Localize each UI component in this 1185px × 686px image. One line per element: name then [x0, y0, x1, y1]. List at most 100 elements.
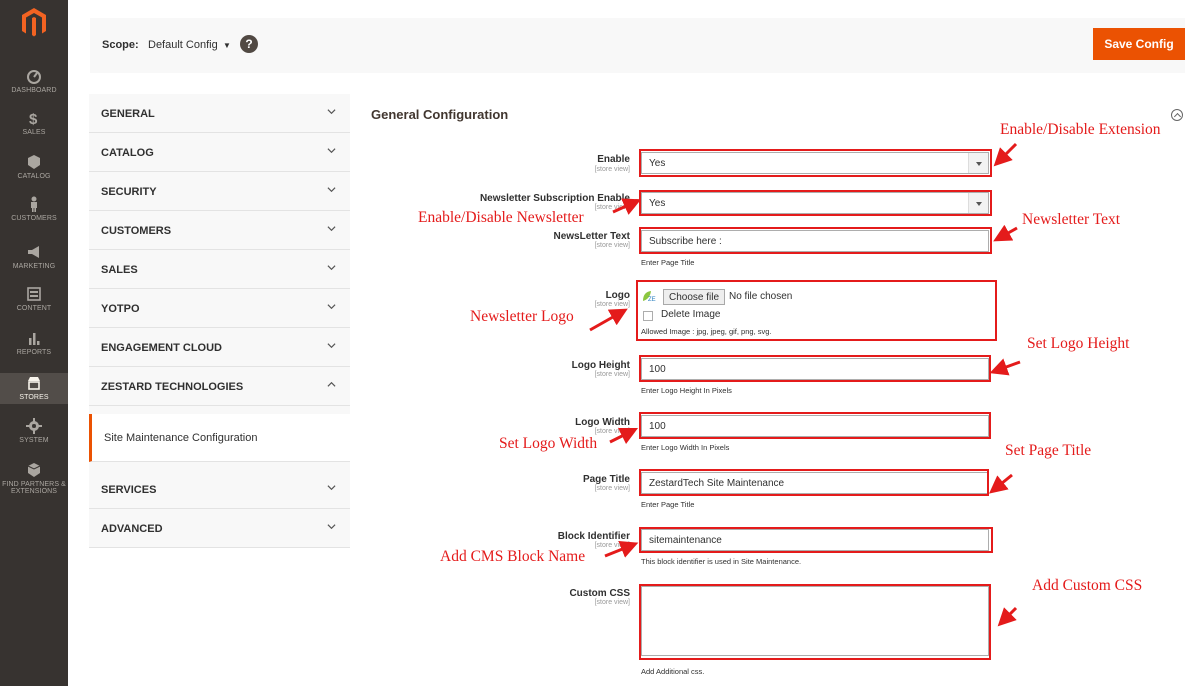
tab-zestard-technologies[interactable]: ZESTARD TECHNOLOGIES — [89, 367, 350, 406]
field-note: Enter Page Title — [641, 258, 695, 267]
annotation-box — [636, 280, 997, 341]
field-label-logo-height: Logo Height — [571, 360, 630, 371]
tab-label: SECURITY — [101, 186, 157, 198]
admin-sidebar: DASHBOARD $ SALES CATALOG CUSTOMERS MARKETING… — [0, 0, 68, 686]
arrow-enable-extension — [993, 142, 1018, 167]
sidebar-item-label: FIND PARTNERS & EXTENSIONS — [2, 481, 66, 495]
sidebar-item-label: STORES — [19, 394, 49, 401]
tab-security[interactable]: SECURITY — [89, 172, 350, 211]
sidebar-item-dashboard[interactable]: DASHBOARD — [0, 66, 68, 97]
tab-site-maintenance-configuration[interactable]: Site Maintenance Configuration — [89, 414, 350, 462]
sidebar-item-label: SYSTEM — [19, 437, 49, 444]
annotation-page-title: Set Page Title — [1005, 442, 1092, 459]
field-note: Add Additional css. — [641, 667, 705, 676]
sidebar-item-find-partners-extensions[interactable]: FIND PARTNERS & EXTENSIONS — [0, 460, 68, 498]
annotation-box — [639, 149, 992, 177]
sidebar-item-system[interactable]: SYSTEM — [0, 416, 68, 447]
field-label-newsletter-enable: Newsletter Subscription Enable — [479, 193, 630, 204]
dollar-icon: $ — [29, 111, 38, 126]
annotation-cms-block: Add CMS Block Name — [440, 548, 586, 565]
sidebar-item-label: CATALOG — [17, 173, 51, 180]
sidebar-item-marketing[interactable]: MARKETING — [0, 242, 68, 273]
tab-label: YOTPO — [101, 303, 140, 315]
tab-spacer — [89, 406, 350, 414]
chevron-down-icon — [327, 304, 336, 310]
annotation-box — [639, 527, 993, 553]
magento-logo-icon[interactable] — [22, 8, 46, 38]
sidebar-item-content[interactable]: CONTENT — [0, 284, 68, 315]
sidebar-item-label: DASHBOARD — [11, 87, 57, 94]
help-icon[interactable]: ? — [240, 35, 258, 53]
tab-services[interactable]: SERVICES — [89, 470, 350, 509]
annotation-newsletter-text: Newsletter Text — [1022, 211, 1121, 228]
scope-label: Scope: — [102, 39, 139, 51]
save-config-button[interactable]: Save Config — [1093, 28, 1185, 60]
field-label-logo-width: Logo Width — [575, 417, 630, 428]
sidebar-item-label: CUSTOMERS — [11, 215, 57, 222]
sidebar-item-label: CONTENT — [16, 305, 52, 312]
store-icon — [28, 377, 40, 390]
scope-hint: [store view] — [594, 166, 630, 173]
caret-down-icon: ▼ — [220, 41, 231, 50]
svg-text:$: $ — [29, 111, 38, 126]
content-icon — [27, 287, 41, 301]
sidebar-item-catalog[interactable]: CATALOG — [0, 152, 68, 183]
tab-advanced[interactable]: ADVANCED — [89, 509, 350, 548]
annotation-box — [639, 227, 992, 254]
field-label-custom-css: Custom CSS — [569, 588, 630, 599]
sidebar-item-label: SALES — [22, 129, 46, 136]
collapse-icon[interactable] — [1171, 109, 1183, 121]
tab-label: SERVICES — [101, 484, 157, 496]
arrow-page-title — [989, 473, 1013, 494]
scope-hint: [store view] — [594, 428, 630, 435]
chevron-down-icon — [327, 187, 336, 193]
scope-hint: [store view] — [594, 204, 630, 211]
scope-hint: [store view] — [594, 485, 630, 492]
person-icon — [31, 196, 37, 212]
chevron-down-icon — [327, 109, 336, 115]
arrow-newsletter-text — [993, 224, 1018, 242]
scope-hint: [store view] — [594, 599, 630, 606]
annotation-box — [639, 412, 991, 439]
annotation-enable-extension: Enable/Disable Extension — [1000, 121, 1161, 138]
tab-label: SALES — [101, 264, 138, 276]
sidebar-item-sales[interactable]: $ SALES — [0, 108, 68, 139]
scope-value: Default Config — [148, 39, 218, 51]
scope-hint: [store view] — [594, 242, 630, 249]
chevron-down-icon — [327, 226, 336, 232]
field-note: Enter Logo Width In Pixels — [641, 443, 730, 452]
scope-hint: [store view] — [594, 542, 630, 549]
tab-label: CUSTOMERS — [101, 225, 172, 237]
sidebar-item-customers[interactable]: CUSTOMERS — [0, 194, 68, 225]
page-actions-bar: Scope: Default Config ▼ ? Save Config — [90, 18, 1185, 73]
tab-label: ZESTARD TECHNOLOGIES — [101, 381, 244, 393]
field-label-block-identifier: Block Identifier — [557, 531, 630, 542]
field-note: Enter Page Title — [641, 500, 695, 509]
chevron-down-icon — [327, 148, 336, 154]
annotation-box — [639, 584, 991, 660]
tab-yotpo[interactable]: YOTPO — [89, 289, 350, 328]
sidebar-item-label: REPORTS — [16, 349, 52, 356]
field-note: Enter Logo Height In Pixels — [641, 386, 732, 395]
scope-switcher[interactable]: Default Config ▼ — [148, 39, 231, 51]
annotation-box — [639, 190, 992, 216]
tab-catalog[interactable]: CATALOG — [89, 133, 350, 172]
annotation-custom-css: Add Custom CSS — [1032, 577, 1143, 594]
tab-customers[interactable]: CUSTOMERS — [89, 211, 350, 250]
scope-hint: [store view] — [594, 371, 630, 378]
tab-label: CATALOG — [101, 147, 154, 159]
annotation-box — [639, 469, 989, 496]
tab-sales[interactable]: SALES — [89, 250, 350, 289]
sidebar-item-stores[interactable]: STORES — [0, 373, 68, 404]
bar-chart-icon — [29, 333, 40, 345]
section-title: General Configuration — [371, 107, 509, 122]
tab-engagement-cloud[interactable]: ENGAGEMENT CLOUD — [89, 328, 350, 367]
tab-label: ENGAGEMENT CLOUD — [101, 342, 222, 354]
tab-label: GENERAL — [101, 108, 155, 120]
gear-icon — [26, 418, 42, 434]
tab-general[interactable]: GENERAL — [89, 94, 350, 133]
field-label-enable: Enable — [597, 154, 630, 165]
sidebar-item-reports[interactable]: REPORTS — [0, 328, 68, 359]
chevron-down-icon — [327, 524, 336, 530]
arrow-custom-css — [997, 606, 1018, 627]
